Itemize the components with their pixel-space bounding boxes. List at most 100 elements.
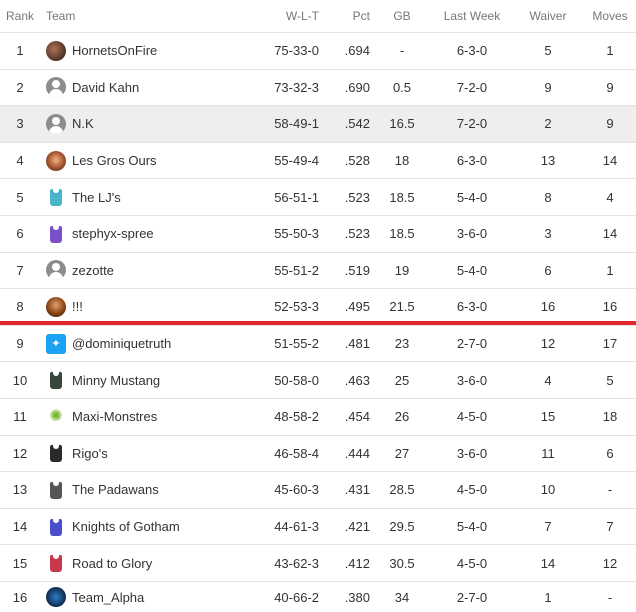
gb-cell: 27 [394,445,410,461]
moves-cell: 17 [602,336,618,352]
team-name-link[interactable]: The Padawans [72,482,159,497]
default-avatar-icon [46,77,66,98]
header-wlt[interactable]: W-L-T [250,9,325,23]
waiver-cell: 10 [540,482,556,498]
pct-cell: .463 [344,372,370,388]
gb-cell: 28.5 [389,482,415,498]
standings-table: Rank Team W-L-T Pct GB Last Week Waiver … [0,0,636,612]
last-week-cell: 3-6-0 [456,372,488,388]
header-waiver[interactable]: Waiver [512,9,584,23]
team-cell[interactable]: ✺ Maxi-Monstres [40,407,250,427]
team-name-link[interactable]: @dominiquetruth [72,336,171,351]
team-name-link[interactable]: !!! [72,299,83,314]
last-week-cell: 2-7-0 [456,336,488,352]
team-cell[interactable]: Rigo's [40,443,250,463]
header-rank[interactable]: Rank [0,9,40,23]
header-team[interactable]: Team [40,9,250,23]
team-cell[interactable]: ✦ @dominiquetruth [40,333,250,354]
last-week-cell: 5-4-0 [456,519,488,535]
pct-cell: .495 [344,299,370,315]
table-row: 15 Road to Glory 43-62-3 .412 30.5 4-5-0… [0,544,636,581]
team-name-link[interactable]: stephyx-spree [72,226,154,241]
team-photo-icon [46,150,66,171]
wlt-cell: 58-49-1 [274,116,319,132]
team-cell[interactable]: Team_Alpha [40,587,250,607]
last-week-cell: 5-4-0 [456,189,488,205]
team-cell[interactable]: !!! [40,296,250,317]
team-cell[interactable]: Road to Glory [40,553,250,573]
team-name-link[interactable]: The LJ's [72,190,121,205]
wlt-cell: 55-49-4 [274,153,319,169]
pct-cell: .523 [344,226,370,242]
rank-cell: 5 [16,189,24,205]
header-pct[interactable]: Pct [325,9,372,23]
team-name-link[interactable]: Knights of Gotham [72,519,180,534]
waiver-cell: 4 [544,372,552,388]
waiver-cell: 7 [544,519,552,535]
team-cell[interactable]: The Padawans [40,480,250,500]
rank-cell: 9 [16,336,24,352]
header-last-week[interactable]: Last Week [432,9,512,23]
team-name-link[interactable]: Team_Alpha [72,590,144,605]
gb-cell: - [399,43,405,59]
header-moves[interactable]: Moves [584,9,636,23]
moves-cell: 16 [602,299,618,315]
team-cell[interactable]: Minny Mustang [40,370,250,390]
team-name-link[interactable]: N.K [72,116,94,131]
team-cell[interactable]: zezotte [40,260,250,281]
pct-cell: .431 [344,482,370,498]
table-row: 4 Les Gros Ours 55-49-4 .528 18 6-3-0 13… [0,141,636,179]
moves-cell: 1 [606,43,614,59]
pct-cell: .694 [344,43,370,59]
rank-cell: 10 [12,372,28,388]
gb-cell: 21.5 [389,299,415,315]
team-name-link[interactable]: Rigo's [72,446,108,461]
gb-cell: 0.5 [392,79,412,95]
gb-cell: 19 [394,262,410,278]
pct-cell: .421 [344,519,370,535]
waiver-cell: 14 [540,555,556,571]
gb-cell: 18.5 [389,226,415,242]
team-name-link[interactable]: David Kahn [72,80,139,95]
pct-cell: .454 [344,409,370,425]
team-cell[interactable]: N.K [40,113,250,134]
team-cell[interactable]: The LJ's [40,187,250,207]
moves-cell: 7 [606,519,614,535]
team-cell[interactable]: HornetsOnFire [40,40,250,61]
table-row: 13 The Padawans 45-60-3 .431 28.5 4-5-0 … [0,471,636,508]
default-avatar-icon [46,113,66,134]
gb-cell: 25 [394,372,410,388]
team-cell[interactable]: Knights of Gotham [40,517,250,537]
team-cell[interactable]: David Kahn [40,77,250,98]
rank-cell: 14 [12,519,28,535]
moves-cell: 14 [602,153,618,169]
rank-cell: 12 [12,445,28,461]
pct-cell: .380 [344,589,370,605]
team-cell[interactable]: stephyx-spree [40,224,250,244]
team-name-link[interactable]: zezotte [72,263,114,278]
header-gb[interactable]: GB [372,9,432,23]
wlt-cell: 75-33-0 [274,43,319,59]
team-name-link[interactable]: Maxi-Monstres [72,409,157,424]
waiver-cell: 13 [540,153,556,169]
team-name-link[interactable]: HornetsOnFire [72,43,157,58]
team-cell[interactable]: Les Gros Ours [40,150,250,171]
team-name-link[interactable]: Les Gros Ours [72,153,157,168]
pct-cell: .523 [344,189,370,205]
rank-cell: 4 [16,153,24,169]
team-name-link[interactable]: Minny Mustang [72,373,160,388]
default-avatar-icon [46,260,66,281]
waiver-cell: 15 [540,409,556,425]
gb-cell: 18.5 [389,189,415,205]
twitter-icon: ✦ [46,333,66,354]
moves-cell: 12 [602,555,618,571]
moves-cell: 18 [602,409,618,425]
wlt-cell: 55-51-2 [274,262,319,278]
moves-cell: 14 [602,226,618,242]
team-photo-icon [46,296,66,317]
rank-cell: 3 [16,116,24,132]
team-name-link[interactable]: Road to Glory [72,556,152,571]
last-week-cell: 5-4-0 [456,262,488,278]
table-row: 6 stephyx-spree 55-50-3 .523 18.5 3-6-0 … [0,215,636,252]
last-week-cell: 4-5-0 [456,409,488,425]
